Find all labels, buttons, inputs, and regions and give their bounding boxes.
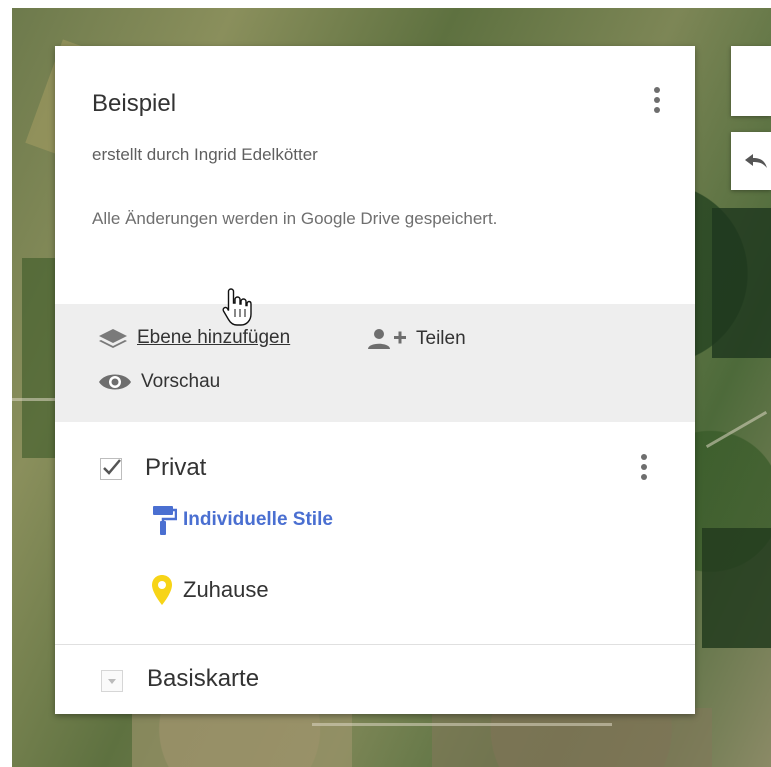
map-search-box[interactable] <box>731 46 771 116</box>
paint-roller-icon <box>153 506 177 535</box>
dropdown-arrow-icon <box>108 679 116 684</box>
layers-icon <box>99 329 127 348</box>
layer-options-button[interactable] <box>632 451 656 491</box>
map-legend-panel: Beispiel erstellt durch Ingrid Edelkötte… <box>55 46 695 714</box>
undo-button[interactable] <box>731 132 771 190</box>
map-toolbar: Ebene hinzufügen Teilen Vorschau <box>55 304 695 422</box>
preview-button[interactable]: Vorschau <box>97 371 220 393</box>
map-header: Beispiel erstellt durch Ingrid Edelkötte… <box>55 46 695 304</box>
individual-styles-link[interactable]: Individuelle Stile <box>151 504 333 536</box>
add-person-icon <box>368 329 406 349</box>
share-label: Teilen <box>416 328 466 349</box>
layer-name[interactable]: Privat <box>145 454 206 482</box>
add-layer-label: Ebene hinzufügen <box>137 327 291 348</box>
divider <box>55 644 695 645</box>
place-name: Zuhause <box>183 577 269 602</box>
undo-icon <box>745 154 767 168</box>
hand-cursor-icon <box>222 288 252 326</box>
basemap-label[interactable]: Basiskarte <box>147 665 259 693</box>
eye-icon <box>99 374 131 390</box>
preview-label: Vorschau <box>141 371 221 392</box>
map-title[interactable]: Beispiel <box>92 90 176 118</box>
layer-visibility-checkbox[interactable] <box>100 458 122 480</box>
save-status: Alle Änderungen werden in Google Drive g… <box>92 209 498 228</box>
basemap-expand-toggle[interactable] <box>101 670 123 692</box>
place-item[interactable]: Zuhause <box>151 574 269 606</box>
marker-icon <box>152 575 172 605</box>
map-author: erstellt durch Ingrid Edelkötter <box>92 145 318 164</box>
add-layer-button[interactable]: Ebene hinzufügen <box>97 327 290 349</box>
map-options-button[interactable] <box>645 84 669 124</box>
share-button[interactable]: Teilen <box>366 327 466 351</box>
individual-styles-label: Individuelle Stile <box>183 509 333 530</box>
checkmark-icon <box>103 459 121 475</box>
